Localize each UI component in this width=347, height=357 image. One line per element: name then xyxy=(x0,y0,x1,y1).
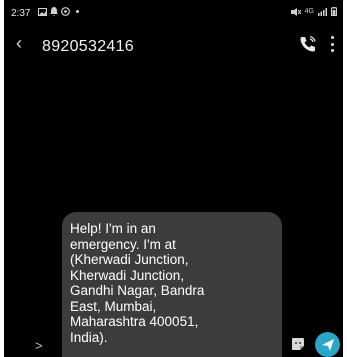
battery-icon xyxy=(331,7,337,16)
phone-call-icon[interactable] xyxy=(299,35,317,53)
status-right-icons: 4G xyxy=(290,7,337,16)
status-left-icons xyxy=(38,7,79,16)
whatsapp-icon xyxy=(61,7,70,16)
status-time: 2:37 xyxy=(11,8,31,19)
mute-icon xyxy=(290,7,301,16)
notification-icon xyxy=(50,7,58,16)
messaging-screen: 2:37 4G ‹ 8920532416 Help! I'm in an eme… xyxy=(4,0,343,357)
network-text: 4G xyxy=(304,8,314,15)
chevron-right-icon[interactable]: > xyxy=(35,338,43,353)
message-text: Help! I'm in an emergency. I'm at (Kherw… xyxy=(70,221,205,345)
dot-icon xyxy=(76,10,79,13)
more-vertical-icon[interactable] xyxy=(329,36,335,52)
message-bubble[interactable]: Help! I'm in an emergency. I'm at (Kherw… xyxy=(62,212,282,357)
image-icon xyxy=(38,7,47,16)
signal-icon xyxy=(318,7,327,16)
status-bar: 2:37 4G xyxy=(4,0,343,26)
send-icon xyxy=(321,338,334,351)
chevron-left-icon[interactable]: ‹ xyxy=(16,33,22,54)
sticker-icon[interactable] xyxy=(291,337,305,351)
send-button[interactable] xyxy=(315,332,340,357)
conversation-header: ‹ 8920532416 xyxy=(4,30,343,60)
contact-number: 8920532416 xyxy=(42,38,134,55)
